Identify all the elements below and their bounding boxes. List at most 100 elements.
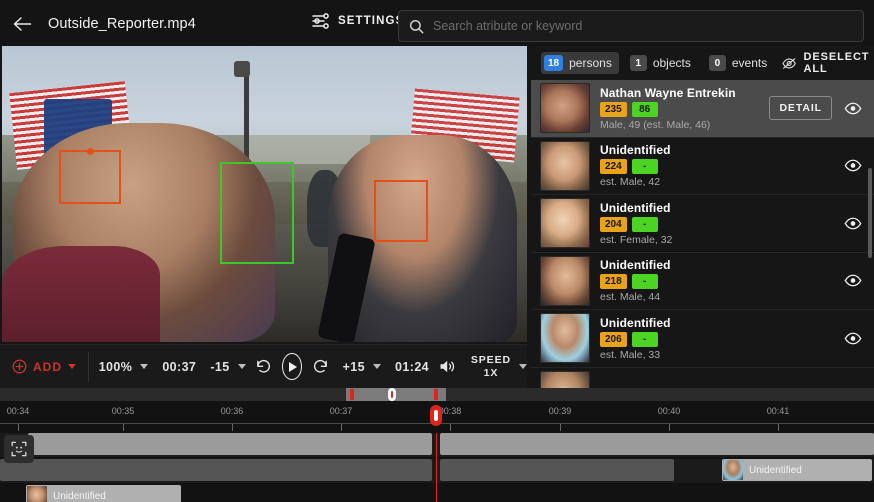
tick-label: 00:37 — [329, 406, 353, 416]
video-subject-primary — [2, 122, 275, 342]
timeline-track-1[interactable] — [0, 433, 874, 463]
ruler-tick — [341, 424, 342, 431]
person-meta: est. Male, 44 — [600, 291, 661, 304]
person-list[interactable]: Nathan Wayne Entrekin 235 86 Male, 49 (e… — [531, 80, 874, 388]
person-badges: 235 86 — [600, 101, 759, 117]
track-2-segment-b[interactable] — [440, 459, 674, 481]
playhead-handle[interactable] — [430, 405, 442, 426]
person-name: Unidentified — [600, 258, 671, 273]
list-item[interactable]: Unidentified 224 - est. Male, 42 — [531, 138, 874, 195]
track-2-segment-a[interactable] — [0, 459, 432, 481]
face-scan-icon[interactable] — [4, 435, 34, 463]
search-input[interactable] — [433, 19, 853, 33]
tick-label: 00:40 — [657, 406, 681, 416]
person-badges: 218 - — [600, 274, 832, 290]
speed-selector[interactable]: SPEED 1X — [471, 354, 527, 379]
timeline-minimap[interactable] — [0, 388, 874, 401]
tab-objects[interactable]: 1 objects — [627, 52, 698, 74]
track-1-segment-b[interactable] — [440, 433, 874, 455]
avatar — [540, 140, 590, 191]
minimap-handle[interactable] — [388, 388, 396, 401]
person-badges: 224 - — [600, 159, 832, 175]
badge-confidence: - — [631, 331, 658, 347]
visibility-toggle[interactable] — [842, 217, 864, 230]
person-name: Unidentified — [600, 200, 671, 215]
settings-button[interactable]: SETTINGS — [312, 12, 404, 29]
skip-fwd-15-selector[interactable]: +15 — [342, 359, 382, 374]
timeline-track-3[interactable]: Unidentified — [0, 485, 874, 502]
track-chip[interactable]: Unidentified — [722, 459, 872, 481]
events-count: 0 — [708, 55, 726, 71]
chip-avatar — [723, 460, 743, 480]
objects-label: objects — [652, 56, 691, 70]
person-name: Unidentified — [600, 143, 671, 158]
forward-button[interactable] — [312, 358, 329, 375]
player-controls: ADD 100% 00:37 -15 +15 01:24 SPEED 1X — [0, 344, 527, 388]
deselect-all-button[interactable]: DESELECT ALL — [782, 51, 874, 75]
ruler-tick — [778, 424, 779, 431]
chevron-down-icon-zoom[interactable] — [140, 364, 149, 369]
minimap-window[interactable] — [346, 388, 446, 401]
add-button[interactable]: ADD — [0, 359, 76, 374]
badge-detections: 235 — [600, 101, 627, 117]
chevron-down-icon-speed[interactable] — [518, 364, 527, 369]
track-1-segment-a[interactable] — [28, 433, 432, 455]
timeline-tracks: Unidentified Unidentified — [0, 433, 874, 502]
detections-tabs: 18 persons 1 objects 0 events DESELECT A… — [531, 46, 874, 80]
avatar — [540, 313, 590, 364]
play-button[interactable] — [282, 353, 302, 380]
events-label: events — [731, 56, 768, 70]
detail-button[interactable]: DETAIL — [769, 96, 832, 121]
arrow-left-icon — [13, 17, 32, 31]
timeline-track-2[interactable]: Unidentified — [0, 459, 874, 483]
zoom-level-selector[interactable]: 100% — [99, 360, 149, 374]
badge-detections: 204 — [600, 216, 627, 232]
track-chip[interactable]: Unidentified — [26, 485, 181, 502]
search-icon — [409, 19, 424, 33]
person-meta: est. Female, 32 — [600, 233, 673, 246]
visibility-toggle[interactable] — [842, 332, 864, 345]
person-list-scrollbar[interactable] — [868, 168, 872, 258]
tick-label: 00:41 — [766, 406, 790, 416]
search-box[interactable] — [398, 10, 864, 42]
badge-confidence: 86 — [631, 101, 658, 117]
video-player[interactable] — [2, 46, 527, 342]
app-header: Outside_Reporter.mp4 SETTINGS — [0, 0, 874, 48]
ruler-tick — [669, 424, 670, 431]
tick-label: 00:35 — [111, 406, 135, 416]
skip-back-15-selector[interactable]: -15 — [210, 360, 246, 374]
visibility-toggle[interactable] — [842, 159, 864, 172]
rewind-button[interactable] — [255, 358, 272, 375]
tick-label: 00:34 — [6, 406, 30, 416]
deselect-all-label: DESELECT ALL — [803, 51, 870, 75]
person-info: Unidentified 224 - est. Male, 42 — [600, 143, 832, 188]
speed-value: 1X — [483, 366, 499, 379]
detections-panel: 18 persons 1 objects 0 events DESELECT A… — [531, 46, 874, 388]
back-button[interactable] — [0, 0, 44, 48]
list-item[interactable]: Unidentified 206 - est. Male, 33 — [531, 310, 874, 368]
visibility-toggle[interactable] — [842, 102, 864, 115]
plus-circle-icon — [12, 359, 27, 374]
skip-fwd-15-label: +15 — [342, 359, 366, 374]
eye-icon — [844, 159, 862, 172]
list-item[interactable] — [531, 368, 874, 388]
person-meta: est. Male, 33 — [600, 348, 661, 361]
zoom-level-label: 100% — [98, 359, 133, 374]
playhead-line — [436, 433, 437, 502]
list-item[interactable]: Unidentified 204 - est. Female, 32 — [531, 195, 874, 253]
volume-button[interactable] — [439, 359, 457, 374]
video-lamppost — [243, 66, 249, 168]
chevron-down-icon-add[interactable] — [68, 364, 76, 369]
minimap-marker-start — [350, 389, 354, 400]
chevron-down-icon-fwd15[interactable] — [373, 364, 382, 369]
tab-events[interactable]: 0 events — [706, 52, 774, 74]
badge-confidence: - — [631, 274, 658, 290]
visibility-toggle[interactable] — [842, 274, 864, 287]
avatar — [540, 83, 590, 134]
tab-persons[interactable]: 18 persons — [541, 52, 619, 74]
badge-detections: 224 — [600, 159, 627, 175]
list-item[interactable]: Unidentified 218 - est. Male, 44 — [531, 253, 874, 310]
list-item[interactable]: Nathan Wayne Entrekin 235 86 Male, 49 (e… — [531, 80, 874, 138]
chevron-down-icon-back15[interactable] — [237, 364, 246, 369]
play-icon — [289, 361, 297, 372]
